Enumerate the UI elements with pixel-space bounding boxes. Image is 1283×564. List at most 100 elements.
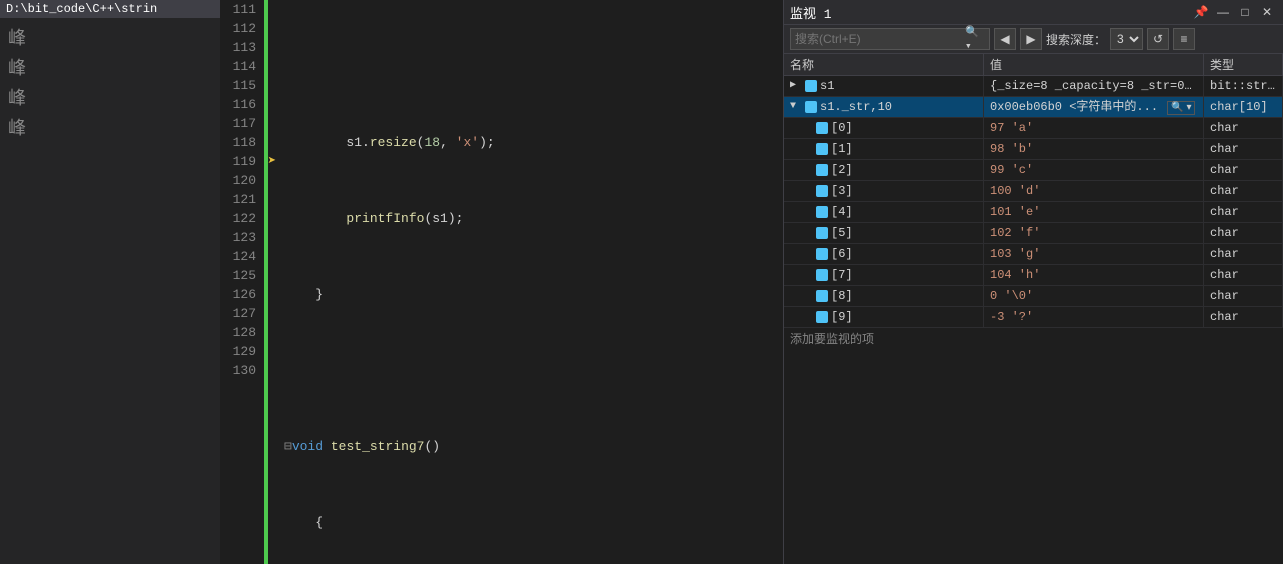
watch-row-idx9[interactable]: [9] -3 '?' char bbox=[784, 307, 1283, 328]
watch-cell-type-idx4: char bbox=[1204, 202, 1283, 222]
pin-button[interactable]: 📌 bbox=[1191, 2, 1211, 22]
gutter: ➤ bbox=[264, 0, 280, 564]
watch-row-idx1[interactable]: [1] 98 'b' char bbox=[784, 139, 1283, 160]
watch-name-idx0: [0] bbox=[831, 119, 853, 137]
watch-cell-value-idx6: 103 'g' bbox=[984, 244, 1204, 264]
watch-cell-type-idx5: char bbox=[1204, 223, 1283, 243]
forward-button[interactable]: ▶ bbox=[1020, 28, 1042, 50]
watch-panel-title: 监视 1 bbox=[790, 3, 1191, 22]
watch-row-idx7[interactable]: [7] 104 'h' char bbox=[784, 265, 1283, 286]
expand-icon-s1[interactable]: ▶ bbox=[790, 77, 802, 95]
depth-label: 搜索深度： bbox=[1046, 31, 1106, 48]
watch-cell-type-idx3: char bbox=[1204, 181, 1283, 201]
watch-cell-type-idx6: char bbox=[1204, 244, 1283, 264]
minimize-button[interactable]: — bbox=[1213, 2, 1233, 22]
sidebar-icon-2: 峰 bbox=[0, 52, 220, 82]
cube-icon-idx8 bbox=[816, 290, 828, 302]
cube-icon-idx7 bbox=[816, 269, 828, 281]
watch-cell-type-idx7: char bbox=[1204, 265, 1283, 285]
watch-cell-name-idx6: [6] bbox=[784, 244, 984, 264]
cube-icon-s1-str bbox=[805, 101, 817, 113]
watch-row-idx3[interactable]: [3] 100 'd' char bbox=[784, 181, 1283, 202]
cube-icon-idx5 bbox=[816, 227, 828, 239]
code-line-111 bbox=[280, 57, 783, 76]
code-line-113: printfInfo(s1); bbox=[280, 209, 783, 228]
code-lines: s1.resize(18, 'x'); printfInfo(s1); } ⊟v… bbox=[280, 0, 783, 564]
watch-table: 名称 值 类型 ▶ s1 {_size=8 _capacity=8 _str=0… bbox=[784, 54, 1283, 564]
watch-cell-name-idx9: [9] bbox=[784, 307, 984, 327]
back-button[interactable]: ◀ bbox=[994, 28, 1016, 50]
code-line-116: ⊟void test_string7() bbox=[280, 437, 783, 456]
watch-name-idx5: [5] bbox=[831, 224, 853, 242]
options-button[interactable]: ≡ bbox=[1173, 28, 1195, 50]
watch-name-idx4: [4] bbox=[831, 203, 853, 221]
watch-name-idx9: [9] bbox=[831, 308, 853, 326]
watch-cell-name-idx2: [2] bbox=[784, 160, 984, 180]
watch-cell-type-s1-str: char[10] bbox=[1204, 97, 1283, 117]
watch-panel-header: 监视 1 📌 — □ ✕ bbox=[784, 0, 1283, 25]
watch-cell-value-s1-str: 0x00eb06b0 <字符串中的... 🔍 ▾ bbox=[984, 97, 1204, 117]
watch-name-idx8: [8] bbox=[831, 287, 853, 305]
watch-name-idx7: [7] bbox=[831, 266, 853, 284]
watch-cell-name-idx0: [0] bbox=[784, 118, 984, 138]
breakpoint-arrow: ➤ bbox=[268, 153, 276, 170]
watch-cell-type-idx1: char bbox=[1204, 139, 1283, 159]
cube-icon-idx2 bbox=[816, 164, 828, 176]
watch-row-idx8[interactable]: [8] 0 '\0' char bbox=[784, 286, 1283, 307]
watch-cell-value-idx4: 101 'e' bbox=[984, 202, 1204, 222]
sidebar-icon-3: 峰 bbox=[0, 82, 220, 112]
code-line-115 bbox=[280, 361, 783, 380]
watch-cell-type-idx0: char bbox=[1204, 118, 1283, 138]
watch-cell-value-idx0: 97 'a' bbox=[984, 118, 1204, 138]
line-numbers: 111 112 113 114 115 116 117 118 119 120 … bbox=[220, 0, 264, 564]
watch-cell-value-idx1: 98 'b' bbox=[984, 139, 1204, 159]
watch-cell-name-idx1: [1] bbox=[784, 139, 984, 159]
green-bar bbox=[264, 0, 268, 564]
editor-content: 111 112 113 114 115 116 117 118 119 120 … bbox=[220, 0, 783, 564]
watch-cell-value-idx9: -3 '?' bbox=[984, 307, 1204, 327]
depth-select[interactable]: 3 1 2 4 5 bbox=[1110, 28, 1143, 50]
watch-cell-type-idx9: char bbox=[1204, 307, 1283, 327]
watch-cell-name-s1-str: ▼ s1._str,10 bbox=[784, 97, 984, 117]
watch-cell-type-idx8: char bbox=[1204, 286, 1283, 306]
expand-icon-s1-str[interactable]: ▼ bbox=[790, 98, 802, 116]
watch-name-idx6: [6] bbox=[831, 245, 853, 263]
col-name-header: 名称 bbox=[784, 54, 984, 75]
sidebar-icon-1: 峰 bbox=[0, 22, 220, 52]
watch-row-idx2[interactable]: [2] 99 'c' char bbox=[784, 160, 1283, 181]
search-icon[interactable]: 🔍▾ bbox=[963, 25, 985, 53]
watch-name-idx1: [1] bbox=[831, 140, 853, 158]
watch-row-s1[interactable]: ▶ s1 {_size=8 _capacity=8 _str=0x00eb...… bbox=[784, 76, 1283, 97]
search-input[interactable] bbox=[795, 32, 963, 46]
watch-cell-name-idx3: [3] bbox=[784, 181, 984, 201]
watch-toolbar: 🔍▾ ◀ ▶ 搜索深度： 3 1 2 4 5 ↺ ≡ bbox=[784, 25, 1283, 54]
code-line-112: s1.resize(18, 'x'); bbox=[280, 133, 783, 152]
watch-row-idx5[interactable]: [5] 102 'f' char bbox=[784, 223, 1283, 244]
watch-row-idx6[interactable]: [6] 103 'g' char bbox=[784, 244, 1283, 265]
watch-row-idx0[interactable]: [0] 97 'a' char bbox=[784, 118, 1283, 139]
watch-name-s1-str: s1._str,10 bbox=[820, 98, 892, 116]
watch-cell-value-idx8: 0 '\0' bbox=[984, 286, 1204, 306]
watch-row-idx4[interactable]: [4] 101 'e' char bbox=[784, 202, 1283, 223]
refresh-button[interactable]: ↺ bbox=[1147, 28, 1169, 50]
watch-cell-value-idx2: 99 'c' bbox=[984, 160, 1204, 180]
watch-cell-value-idx5: 102 'f' bbox=[984, 223, 1204, 243]
close-panel-button[interactable]: ✕ bbox=[1257, 2, 1277, 22]
magnify-button[interactable]: 🔍 ▾ bbox=[1167, 101, 1195, 115]
watch-cell-name-idx4: [4] bbox=[784, 202, 984, 222]
search-box[interactable]: 🔍▾ bbox=[790, 28, 990, 50]
cube-icon-s1 bbox=[805, 80, 817, 92]
watch-panel: 监视 1 📌 — □ ✕ 🔍▾ ◀ ▶ 搜索深度： 3 1 2 4 5 ↺ ≡ … bbox=[783, 0, 1283, 564]
watch-cell-name-idx7: [7] bbox=[784, 265, 984, 285]
cube-icon-idx9 bbox=[816, 311, 828, 323]
watch-header-icons: 📌 — □ ✕ bbox=[1191, 2, 1277, 22]
watch-cell-type-idx2: char bbox=[1204, 160, 1283, 180]
add-watch-row[interactable]: 添加要监视的项 bbox=[784, 328, 1283, 349]
code-line-117: { bbox=[280, 513, 783, 532]
watch-cell-name-idx5: [5] bbox=[784, 223, 984, 243]
watch-name-idx2: [2] bbox=[831, 161, 853, 179]
watch-cell-type-s1: bit::string bbox=[1204, 76, 1283, 96]
maximize-button[interactable]: □ bbox=[1235, 2, 1255, 22]
sidebar-icon-4: 峰 bbox=[0, 112, 220, 142]
watch-row-s1-str[interactable]: ▼ s1._str,10 0x00eb06b0 <字符串中的... 🔍 ▾ ch… bbox=[784, 97, 1283, 118]
